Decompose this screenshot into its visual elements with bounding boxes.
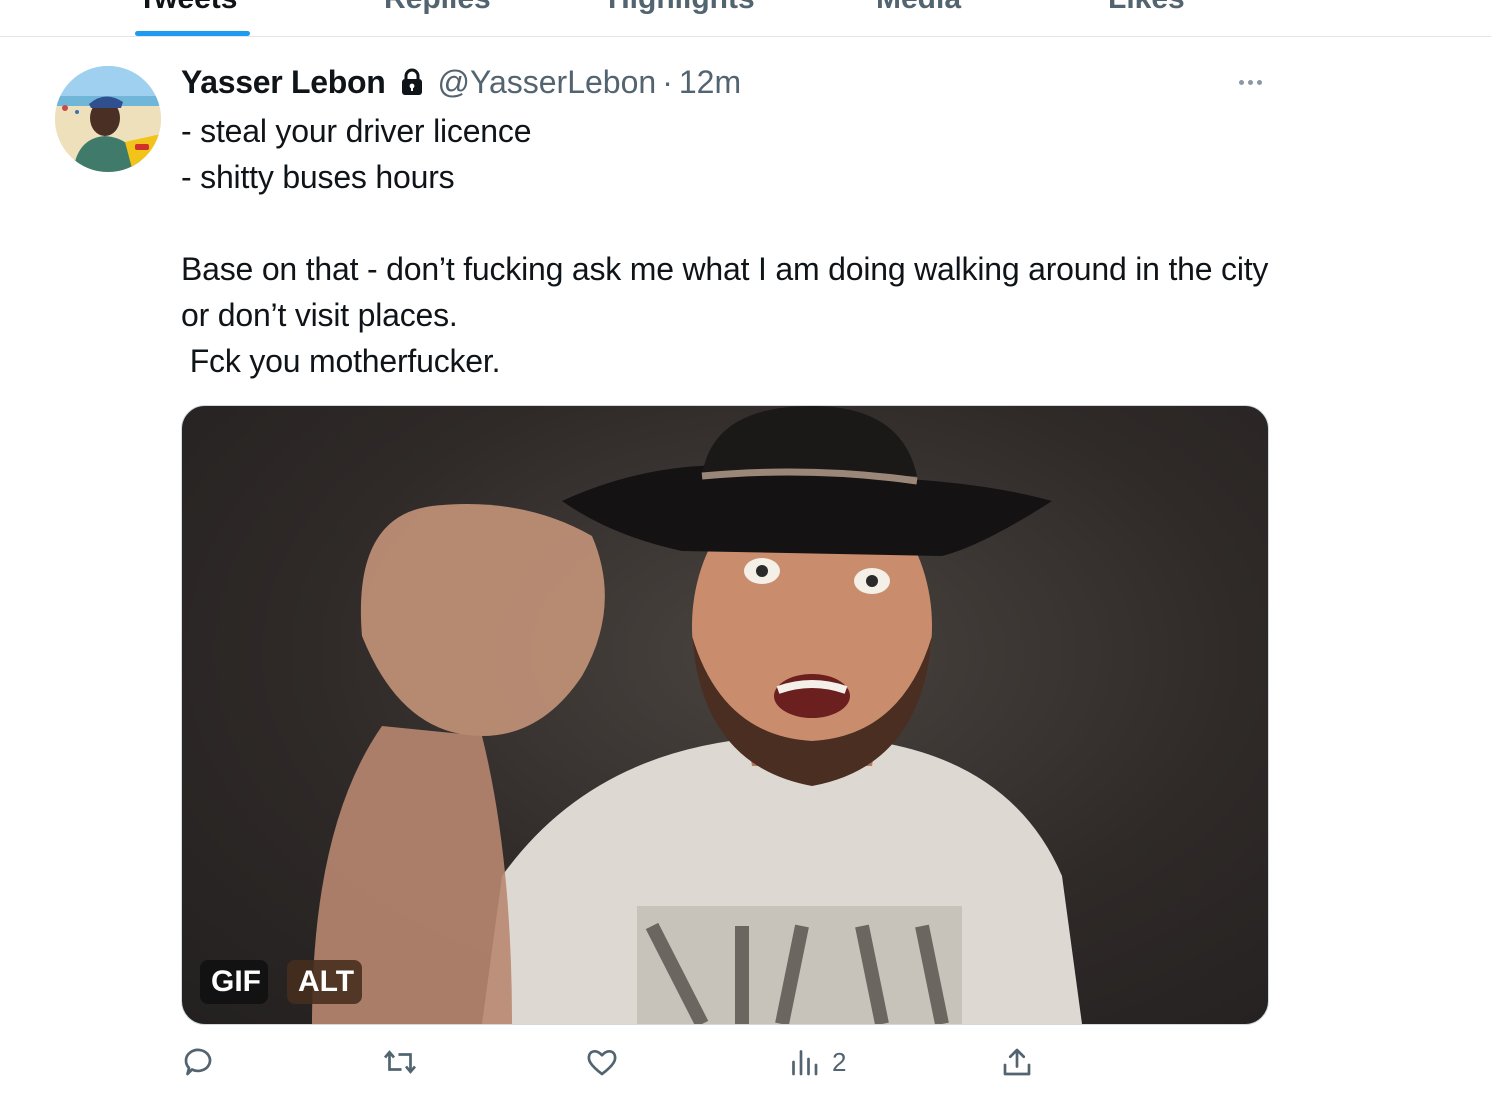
- retweet-icon: [383, 1050, 417, 1074]
- tab-tweets[interactable]: Tweets: [138, 0, 237, 16]
- separator-dot: ·: [662, 63, 673, 100]
- display-name[interactable]: Yasser Lebon: [181, 64, 386, 101]
- tweet-header: Yasser Lebon @YasserLebon · 12m: [181, 60, 741, 104]
- profile-tabs: Tweets Replies Highlights Media Likes: [0, 0, 1491, 37]
- heart-icon: [587, 1049, 617, 1076]
- more-dot-icon: [1247, 79, 1253, 85]
- more-dot-icon: [1238, 79, 1244, 85]
- avatar[interactable]: [55, 66, 161, 172]
- views-analytics-icon: [792, 1050, 818, 1076]
- share-icon: [1003, 1048, 1031, 1076]
- reply-button[interactable]: [180, 1040, 226, 1084]
- share-button[interactable]: [999, 1040, 1035, 1084]
- reply-icon: [184, 1048, 212, 1076]
- retweet-button[interactable]: [382, 1040, 428, 1084]
- tweet-media-gif[interactable]: [181, 405, 1269, 1025]
- gif-image: [312, 406, 1082, 1024]
- tweet-timestamp[interactable]: 12m: [679, 64, 741, 101]
- more-options-button[interactable]: [1230, 70, 1270, 94]
- user-handle[interactable]: @YasserLebon: [438, 64, 657, 101]
- avatar-image: [55, 66, 161, 172]
- tab-replies[interactable]: Replies: [384, 0, 491, 16]
- alt-text-badge[interactable]: ALT: [287, 960, 362, 1004]
- active-tab-indicator: [135, 31, 250, 36]
- gif-badge: GIF: [200, 960, 268, 1004]
- tweet-actions: 2: [0, 1040, 1491, 1084]
- lock-icon: [400, 68, 424, 96]
- more-dot-icon: [1256, 79, 1262, 85]
- tweet-text: - steal your driver licence - shitty bus…: [181, 113, 1269, 379]
- tab-media[interactable]: Media: [876, 0, 961, 16]
- views-button[interactable]: 2: [786, 1040, 846, 1084]
- views-count: 2: [832, 1046, 847, 1077]
- tab-likes[interactable]: Likes: [1108, 0, 1185, 16]
- tab-highlights[interactable]: Highlights: [608, 0, 755, 16]
- like-button[interactable]: [584, 1040, 630, 1084]
